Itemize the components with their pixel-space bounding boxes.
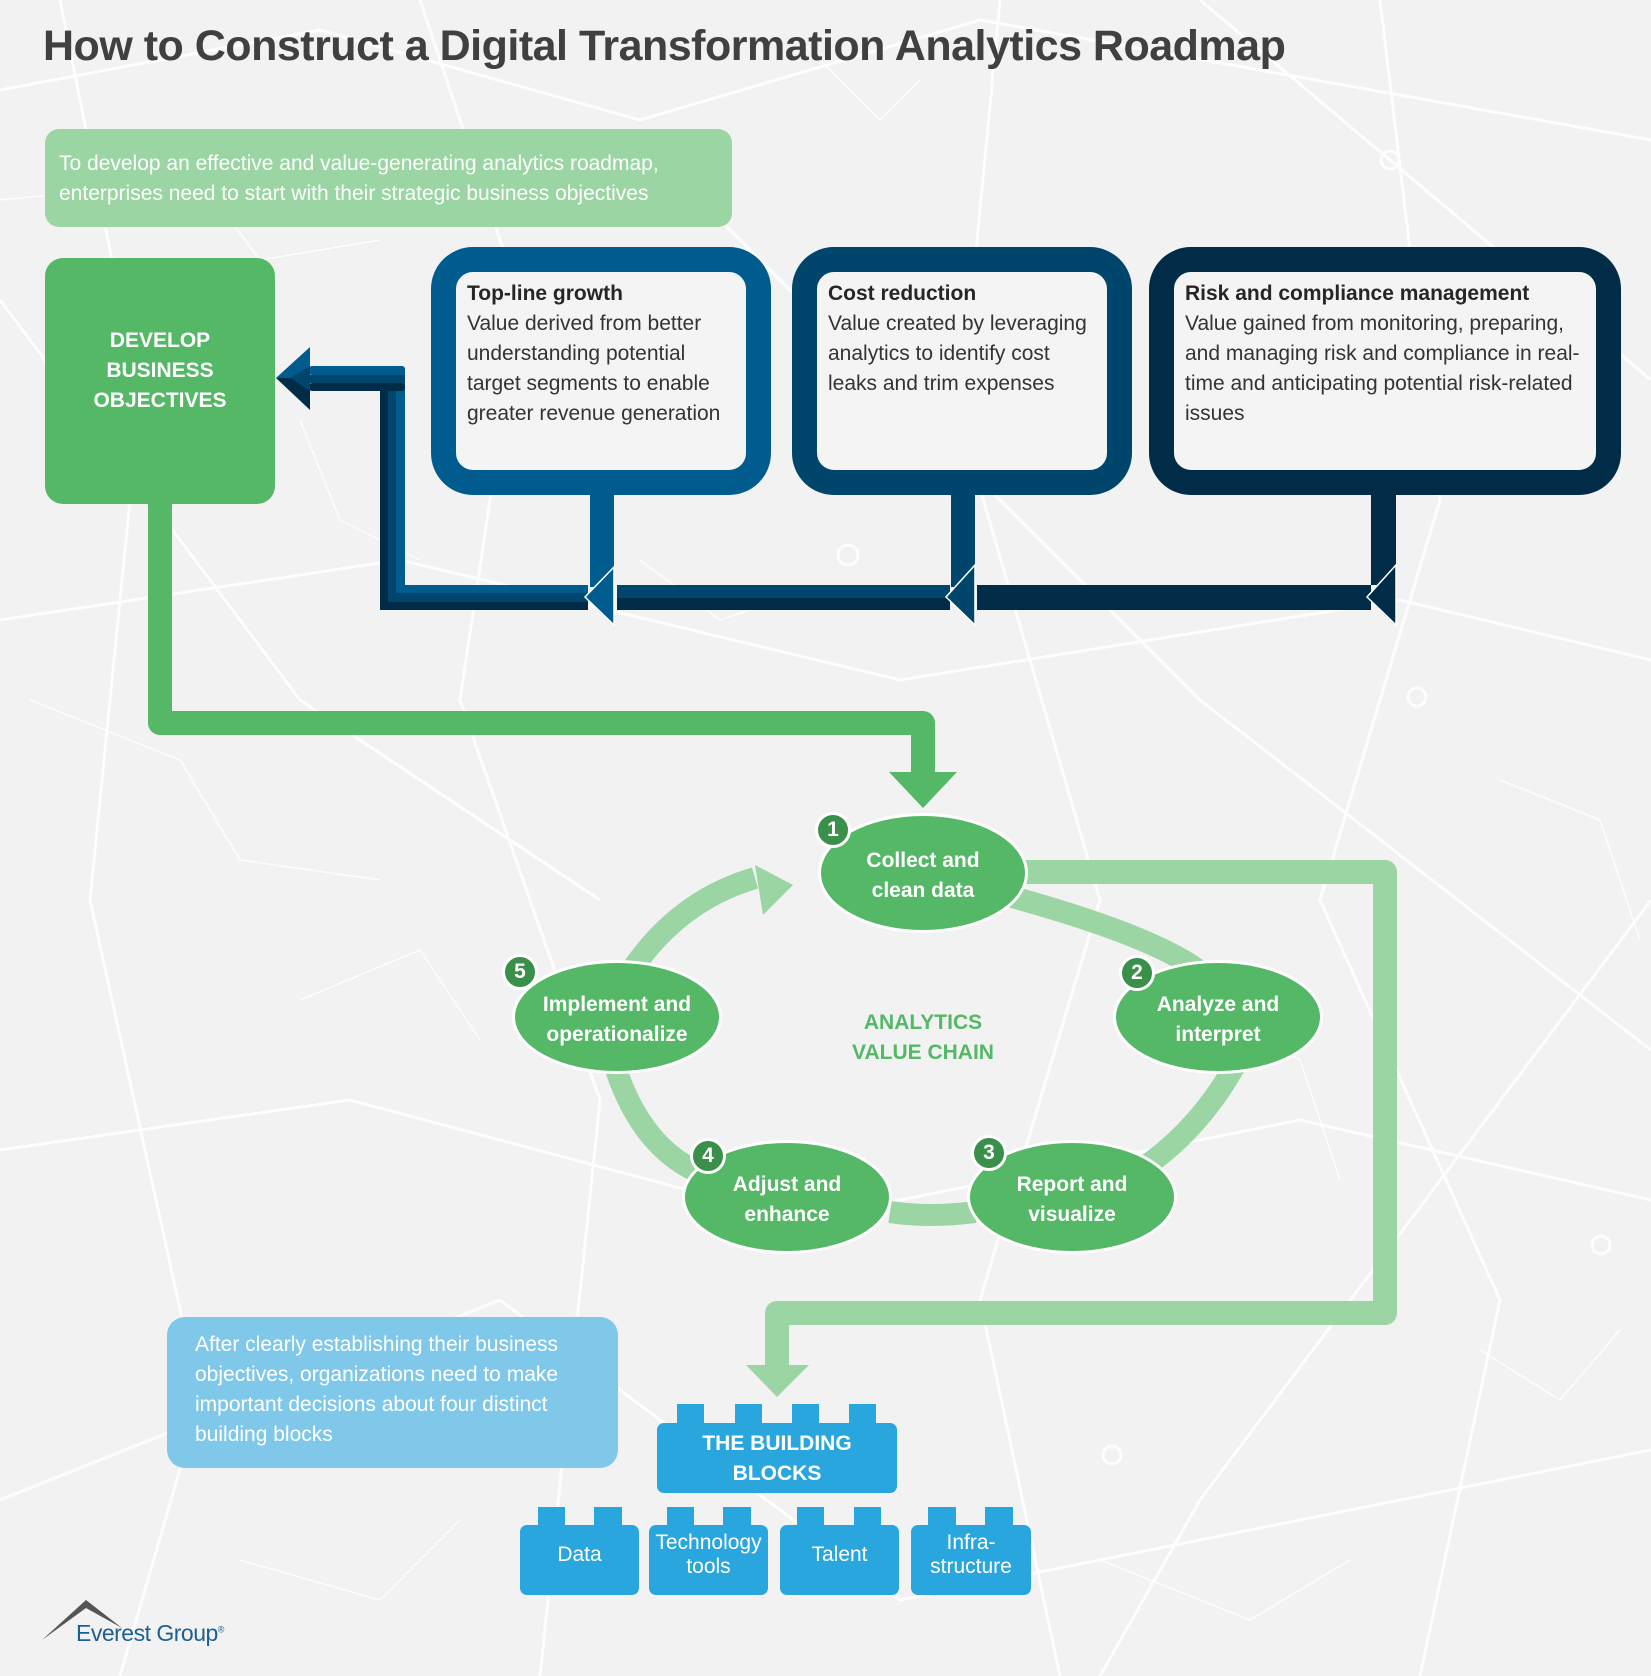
- riser-a: [380, 380, 388, 610]
- intro-callout: To develop an effective and value-genera…: [45, 129, 732, 227]
- bar-top-a: [388, 585, 588, 593]
- chain-to-blocks-connector: [765, 860, 1397, 1366]
- logo-text: Everest Group®: [76, 1620, 224, 1647]
- objective-description: Value gained from monitoring, preparing,…: [1185, 312, 1580, 425]
- arrow-down-icon: [889, 772, 957, 808]
- step-label: Collect and: [866, 849, 980, 872]
- step-badge-3: 3: [971, 1135, 1007, 1171]
- registered-mark: ®: [217, 1624, 225, 1635]
- block-label: Talent: [811, 1543, 868, 1566]
- arc-3-4: [888, 1201, 977, 1226]
- block-technology-tools: Technology tools: [649, 1525, 768, 1595]
- riser-c: [396, 368, 405, 585]
- block-label: structure: [930, 1555, 1012, 1578]
- block-talent: Talent: [780, 1525, 899, 1595]
- objective-title: Top-line growth: [467, 282, 623, 305]
- develop-line: OBJECTIVES: [93, 389, 227, 412]
- feed-a: [309, 366, 405, 375]
- develop-to-chain-connector: [148, 500, 935, 772]
- objective-description: Value created by leveraging analytics to…: [828, 312, 1087, 395]
- block-infrastructure: Infra- structure: [911, 1525, 1031, 1595]
- building-blocks-callout: After clearly establishing their busines…: [167, 1317, 618, 1468]
- arc-5-1: [623, 867, 759, 975]
- logo-name: Everest Group: [76, 1620, 218, 1646]
- arrow-down-icon: [746, 1365, 809, 1397]
- arrow-icon: [755, 865, 793, 915]
- arc-2-3: [1133, 1054, 1248, 1180]
- step-badge-4: 4: [690, 1138, 726, 1174]
- bar-cost-a: [617, 585, 950, 598]
- block-title-line: BLOCKS: [732, 1462, 822, 1485]
- objective-card-cost-reduction: Cost reduction Value created by leveragi…: [792, 247, 1132, 495]
- block-title-line: THE BUILDING: [702, 1432, 852, 1455]
- riser-b: [388, 368, 396, 593]
- bar-top-b: [388, 593, 588, 602]
- page-title: How to Construct a Digital Transformatio…: [43, 22, 1286, 70]
- chain-label-line: VALUE CHAIN: [852, 1041, 994, 1064]
- feed-c: [309, 383, 405, 391]
- objective-title: Risk and compliance management: [1185, 282, 1530, 305]
- step-label: Analyze and: [1156, 993, 1280, 1016]
- develop-business-objectives-box: DEVELOP BUSINESS OBJECTIVES: [45, 258, 275, 504]
- bar-cost-b: [617, 598, 950, 610]
- bar-risk: [977, 585, 1371, 610]
- block-label: Technology: [655, 1531, 762, 1554]
- block-label: Infra-: [946, 1531, 996, 1554]
- step-badge-5: 5: [502, 954, 538, 990]
- step-label: Adjust and: [732, 1173, 842, 1196]
- objective-card-risk-compliance: Risk and compliance management Value gai…: [1149, 247, 1621, 495]
- step-label: Implement and: [542, 993, 692, 1016]
- block-label: tools: [686, 1555, 731, 1578]
- block-data: Data: [520, 1525, 639, 1595]
- step-badge-2: 2: [1119, 955, 1155, 991]
- step-label: visualize: [1028, 1203, 1116, 1226]
- step-label: Report and: [1016, 1173, 1128, 1196]
- step-label: interpret: [1175, 1023, 1261, 1046]
- feed-b: [309, 375, 405, 383]
- analytics-value-chain-label: ANALYTICS VALUE CHAIN: [823, 1008, 1023, 1068]
- step-label: enhance: [744, 1203, 830, 1226]
- step-badge-1: 1: [815, 812, 851, 848]
- building-blocks-title-block: THE BUILDING BLOCKS: [657, 1423, 897, 1493]
- develop-line: BUSINESS: [106, 359, 214, 382]
- block-label: Data: [557, 1543, 602, 1566]
- objective-card-top-line-growth: Top-line growth Value derived from bette…: [431, 247, 771, 495]
- objective-title: Cost reduction: [828, 282, 977, 305]
- objective-description: Value derived from better understanding …: [467, 312, 721, 425]
- step-label: operationalize: [546, 1023, 688, 1046]
- step-label: clean data: [871, 879, 975, 902]
- develop-line: DEVELOP: [109, 329, 211, 352]
- chain-label-line: ANALYTICS: [863, 1011, 983, 1034]
- bar-top-c: [380, 602, 588, 610]
- step-implement-operationalize: Implement and operationalize: [512, 960, 722, 1074]
